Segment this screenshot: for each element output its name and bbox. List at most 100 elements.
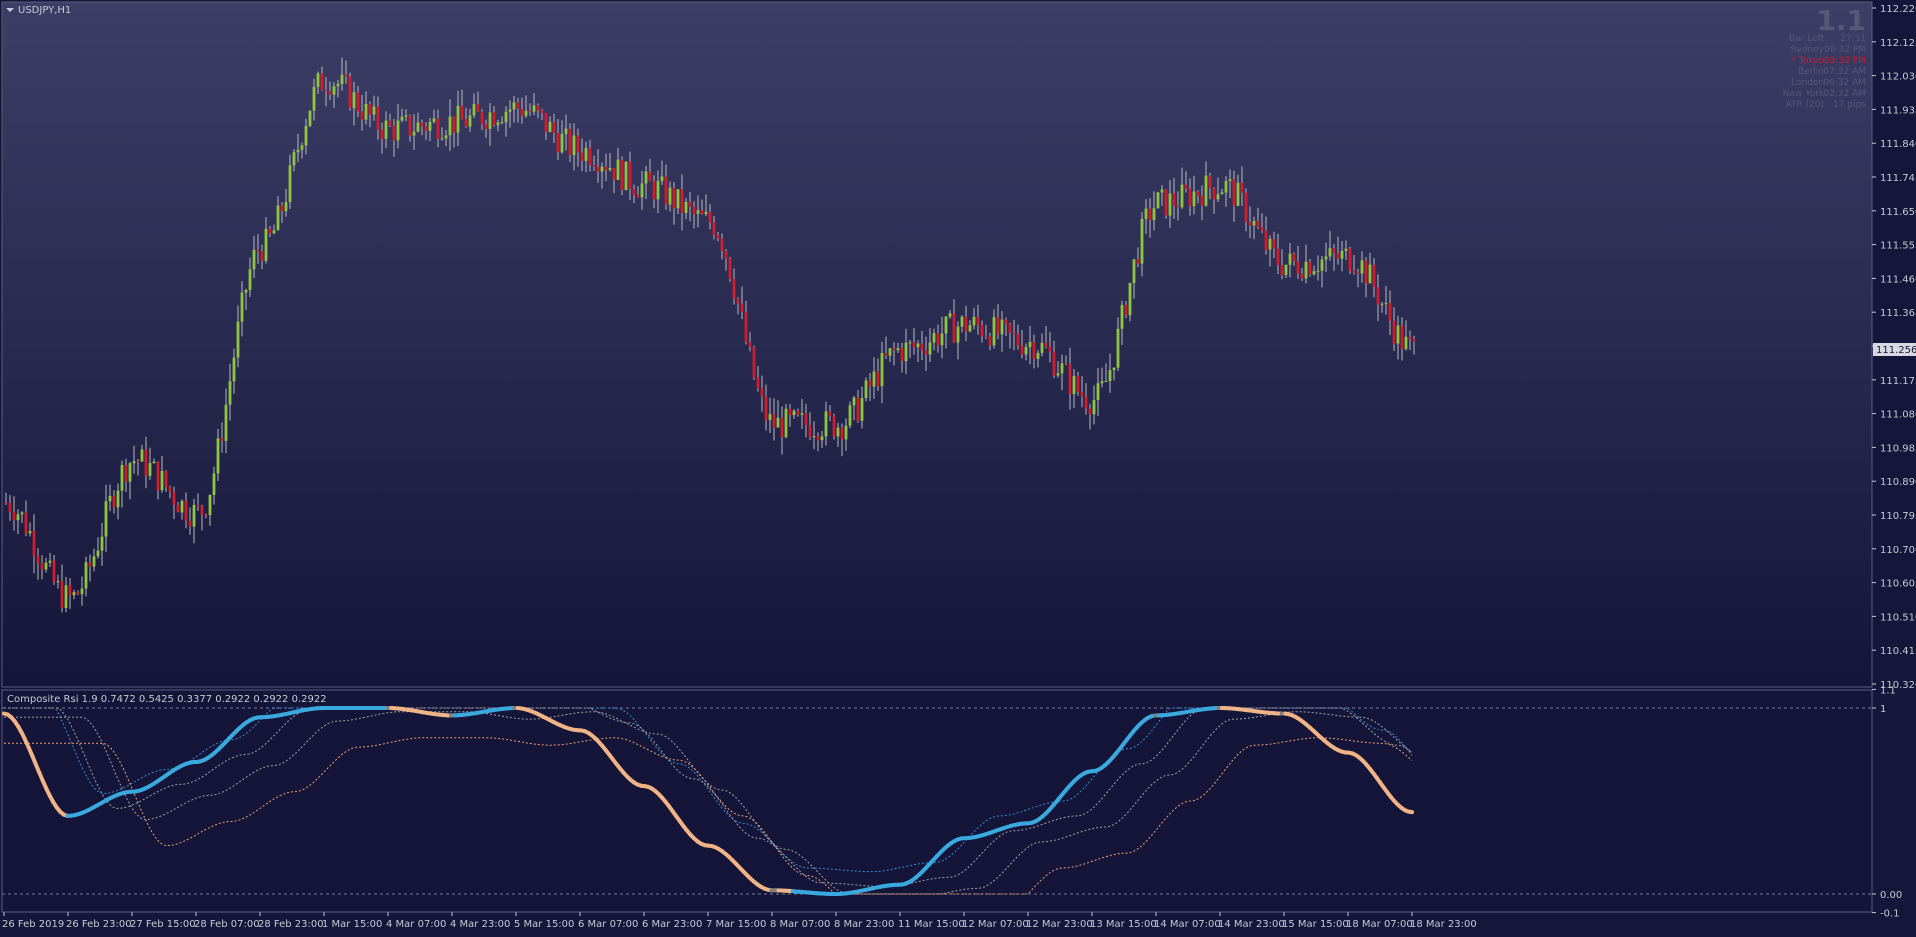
- candle-body: [37, 556, 40, 563]
- candle-body: [749, 342, 752, 347]
- candle-body: [649, 172, 652, 181]
- candle-body: [989, 337, 992, 346]
- candle-body: [341, 75, 344, 84]
- candle-body: [417, 122, 420, 131]
- time-tick-label: 26 Feb 2019: [2, 919, 64, 930]
- time-tick-label: 15 Mar 15:00: [1282, 919, 1349, 930]
- price-tick-label: 111.460: [1880, 274, 1916, 285]
- candle-body: [185, 501, 188, 521]
- candle-body: [777, 418, 780, 428]
- candle-body: [877, 372, 880, 387]
- price-tick-label: 110.795: [1880, 511, 1916, 522]
- price-tick-label: 111.365: [1880, 308, 1916, 319]
- candle-body: [1357, 272, 1360, 273]
- candle-body: [517, 102, 520, 108]
- candle-body: [817, 436, 820, 440]
- candle-body: [1141, 219, 1144, 264]
- candle-body: [297, 150, 300, 152]
- candle-body: [121, 465, 124, 491]
- candle-body: [1257, 221, 1260, 227]
- indicator-axis[interactable]: 1.110.00-0.1: [1872, 685, 1902, 919]
- candle-body: [477, 104, 480, 111]
- candle-body: [1101, 381, 1104, 383]
- price-tick-label: 112.125: [1880, 38, 1916, 49]
- candle-body: [1309, 262, 1312, 275]
- candle-body: [685, 202, 688, 213]
- candle-body: [353, 92, 356, 108]
- candle-body: [1017, 334, 1020, 346]
- candle-body: [565, 129, 568, 134]
- candle-body: [725, 251, 728, 258]
- candle-body: [1373, 265, 1376, 287]
- candle-body: [321, 74, 324, 90]
- candle-body: [841, 428, 844, 440]
- time-tick-label: 8 Mar 23:00: [834, 919, 894, 930]
- session-value: 02:32 AM: [1823, 89, 1866, 99]
- candle-body: [657, 181, 660, 199]
- candle-body: [457, 106, 460, 133]
- candle-body: [1153, 208, 1156, 220]
- time-axis[interactable]: 26 Feb 201926 Feb 23:0027 Feb 15:0028 Fe…: [2, 912, 1477, 930]
- candle-body: [789, 409, 792, 415]
- candle-body: [613, 168, 616, 180]
- candle-body: [1405, 337, 1408, 349]
- candle-body: [629, 162, 632, 189]
- candle-body: [1065, 363, 1068, 364]
- candle-body: [17, 514, 20, 520]
- candle-body: [961, 317, 964, 327]
- candle-body: [1157, 192, 1160, 208]
- candle-body: [5, 503, 8, 504]
- price-tick-label: 111.555: [1880, 241, 1916, 252]
- candle-body: [1193, 192, 1196, 207]
- price-tick-label: 112.220: [1880, 4, 1916, 15]
- candle-body: [645, 172, 648, 184]
- candle-body: [1393, 321, 1396, 344]
- candle-body: [697, 210, 700, 214]
- candle-body: [1225, 181, 1228, 192]
- candle-body: [53, 561, 56, 582]
- price-tick-label: 111.935: [1880, 105, 1916, 116]
- candle-body: [1105, 381, 1108, 382]
- candle-body: [1325, 256, 1328, 259]
- chart-canvas[interactable]: USDJPY,H1 1.1 Bar Left27:31Sydney06:32 P…: [0, 0, 1916, 933]
- candle-body: [509, 110, 512, 112]
- candle-body: [597, 167, 600, 172]
- candle-body: [157, 462, 160, 490]
- candle-body: [1397, 326, 1400, 344]
- candle-body: [593, 165, 596, 167]
- price-tick-label: 111.840: [1880, 139, 1916, 150]
- time-tick-label: 28 Feb 23:00: [258, 919, 324, 930]
- candle-body: [449, 116, 452, 135]
- candle-body: [621, 160, 624, 190]
- candle-body: [529, 111, 532, 112]
- candle-body: [221, 438, 224, 441]
- indicator-panel[interactable]: [2, 690, 1872, 912]
- current-price-label: 111.256: [1876, 345, 1916, 356]
- candle-body: [329, 91, 332, 95]
- candle-body: [101, 537, 104, 551]
- candle-body: [1217, 194, 1220, 199]
- candle-body: [1201, 196, 1204, 206]
- candle-body: [393, 125, 396, 140]
- candle-body: [833, 416, 836, 436]
- candle-body: [585, 148, 588, 161]
- candle-body: [21, 513, 24, 515]
- candle-body: [1137, 259, 1140, 263]
- candle-body: [381, 130, 384, 139]
- candle-body: [797, 411, 800, 415]
- candle-body: [637, 195, 640, 198]
- candle-body: [589, 148, 592, 165]
- candle-body: [165, 471, 168, 487]
- candle-body: [1121, 305, 1124, 329]
- candle-body: [377, 106, 380, 129]
- candle-body: [673, 188, 676, 209]
- candle-body: [997, 317, 1000, 334]
- candle-body: [1029, 342, 1032, 347]
- candle-body: [1333, 248, 1336, 253]
- candle-body: [453, 116, 456, 132]
- candle-body: [65, 585, 68, 608]
- candle-body: [361, 111, 364, 119]
- candle-body: [1073, 376, 1076, 394]
- candle-body: [265, 229, 268, 261]
- candle-body: [385, 121, 388, 139]
